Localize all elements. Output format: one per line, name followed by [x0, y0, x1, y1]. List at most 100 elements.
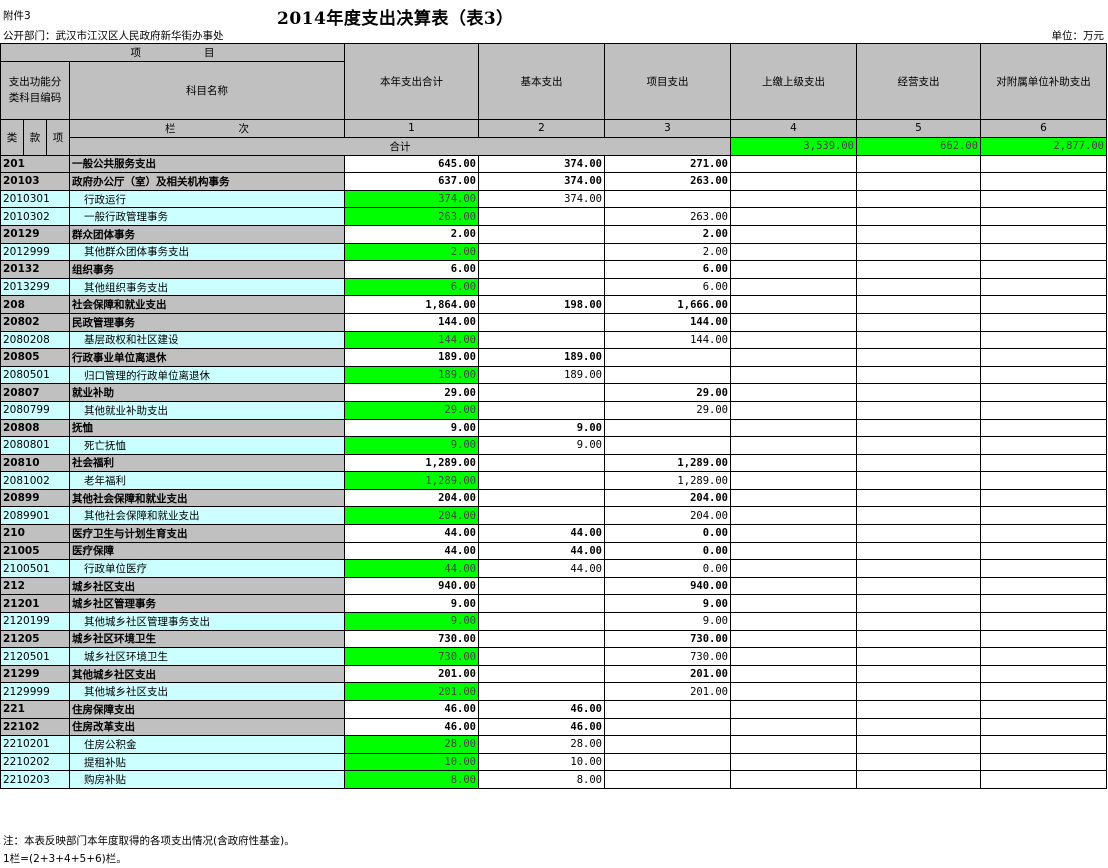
row-upper [730, 594, 857, 614]
row-total: 201.00 [344, 664, 479, 684]
row-business [856, 330, 981, 350]
col-num-1: 1 [344, 118, 479, 138]
attachment-label: 附件3 [3, 10, 31, 22]
row-basic [478, 647, 605, 666]
row-basic: 374.00 [478, 154, 605, 174]
row-project: 6.00 [604, 260, 731, 279]
header-basic: 基本支出 [478, 43, 605, 120]
row-code: 20805 [0, 348, 70, 367]
col-num-3: 3 [604, 118, 731, 138]
row-code: 2010302 [0, 207, 70, 226]
row-subsidy [980, 664, 1107, 684]
row-upper [730, 348, 857, 367]
row-total: 144.00 [344, 330, 479, 350]
row-subsidy [980, 594, 1107, 614]
row-basic [478, 488, 605, 508]
row-subsidy [980, 506, 1107, 526]
row-project [604, 189, 731, 209]
col-num-6: 6 [980, 118, 1107, 138]
row-basic: 189.00 [478, 365, 605, 385]
row-subsidy [980, 700, 1107, 719]
col-num-2: 2 [478, 118, 605, 138]
row-name: 民政管理事务 [69, 312, 345, 332]
row-subsidy [980, 224, 1107, 244]
note-line: 注：本表反映部门本年度取得的各项支出情况(含政府性基金)。 [3, 835, 295, 847]
table-row: 2013299 其他组织事务支出 6.00 6.00 [0, 277, 1107, 297]
table-row: 212 城乡社区支出 940.00 940.00 [0, 576, 1107, 596]
row-upper [730, 330, 857, 350]
row-upper [730, 559, 857, 578]
table-row: 2210203 购房补贴 8.00 8.00 [0, 770, 1107, 789]
col-num-5: 5 [856, 118, 981, 138]
row-subsidy [980, 471, 1107, 490]
row-basic [478, 207, 605, 226]
row-upper [730, 242, 857, 262]
row-upper [730, 383, 857, 402]
row-project [604, 418, 731, 438]
row-project: 940.00 [604, 576, 731, 596]
row-business [856, 312, 981, 332]
row-business [856, 418, 981, 438]
table-row: 2210202 提租补贴 10.00 10.00 [0, 752, 1107, 772]
table-row: 21299 其他城乡社区支出 201.00 201.00 [0, 664, 1107, 684]
row-project [604, 752, 731, 772]
row-total: 9.00 [344, 418, 479, 438]
table-row: 20132 组织事务 6.00 6.00 [0, 260, 1107, 279]
table-row: 2120501 城乡社区环境卫生 730.00 730.00 [0, 647, 1107, 666]
row-project [604, 770, 731, 789]
row-code: 221 [0, 700, 70, 719]
row-name: 政府办公厅（室）及相关机构事务 [69, 172, 345, 191]
row-project: 263.00 [604, 172, 731, 191]
row-code: 2081002 [0, 471, 70, 490]
row-project [604, 717, 731, 737]
row-business [856, 576, 981, 596]
row-basic [478, 682, 605, 701]
row-code: 2080208 [0, 330, 70, 350]
row-subsidy [980, 242, 1107, 262]
row-subsidy [980, 172, 1107, 191]
row-total: 2.00 [344, 224, 479, 244]
row-basic [478, 224, 605, 244]
row-subsidy [980, 383, 1107, 402]
row-name: 提租补贴 [69, 752, 345, 772]
row-project: 0.00 [604, 541, 731, 561]
row-code: 2129999 [0, 682, 70, 701]
row-name: 社会保障和就业支出 [69, 295, 345, 314]
row-basic [478, 242, 605, 262]
row-code: 2210202 [0, 752, 70, 772]
row-name: 住房公积金 [69, 735, 345, 754]
row-project: 730.00 [604, 647, 731, 666]
row-name: 老年福利 [69, 471, 345, 490]
row-upper [730, 488, 857, 508]
row-project [604, 700, 731, 719]
row-basic: 44.00 [478, 559, 605, 578]
row-name: 城乡社区支出 [69, 576, 345, 596]
row-business [856, 242, 981, 262]
row-total: 730.00 [344, 647, 479, 666]
row-subsidy [980, 312, 1107, 332]
row-total: 1,289.00 [344, 453, 479, 473]
row-project: 730.00 [604, 629, 731, 649]
row-upper [730, 735, 857, 754]
row-code: 201 [0, 154, 70, 174]
row-basic: 374.00 [478, 189, 605, 209]
row-upper [730, 260, 857, 279]
row-business [856, 735, 981, 754]
row-total: 1,289.00 [344, 471, 479, 490]
row-code: 2080799 [0, 400, 70, 420]
row-upper [730, 717, 857, 737]
row-code: 2120199 [0, 612, 70, 631]
row-subsidy [980, 770, 1107, 789]
header-subsidy: 对附属单位补助支出 [980, 43, 1107, 120]
row-business [856, 700, 981, 719]
row-business [856, 207, 981, 226]
row-total: 44.00 [344, 559, 479, 578]
table-row: 20808 抚恤 9.00 9.00 [0, 418, 1107, 438]
row-name: 一般公共服务支出 [69, 154, 345, 174]
header-item: 项 目 [0, 43, 345, 62]
row-project: 1,289.00 [604, 453, 731, 473]
total-value: 3,539.00 [730, 136, 857, 156]
row-project: 263.00 [604, 207, 731, 226]
table-row: 20810 社会福利 1,289.00 1,289.00 [0, 453, 1107, 473]
row-total: 6.00 [344, 277, 479, 297]
